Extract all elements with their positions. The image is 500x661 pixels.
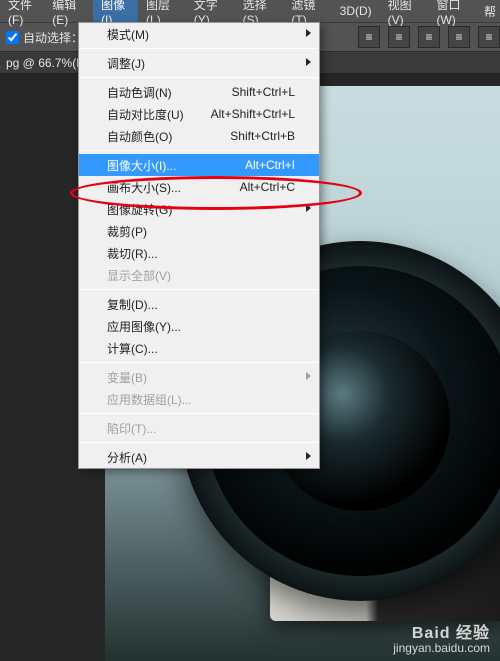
menu-item[interactable]: 裁切(R)... [79, 242, 319, 264]
menu-item[interactable]: 应用图像(Y)... [79, 315, 319, 337]
menu-separator [80, 413, 318, 414]
menu-item-label: 陷印(T)... [107, 420, 156, 437]
menu-item-shortcut: Alt+Ctrl+I [225, 158, 295, 172]
menu-item-label: 裁剪(P) [107, 223, 147, 240]
watermark-url: jingyan.baidu.com [393, 641, 490, 655]
menu-item-label: 自动对比度(U) [107, 106, 184, 123]
align-icon-3[interactable]: ≡ [418, 26, 440, 48]
align-icon-5[interactable]: ≡ [478, 26, 500, 48]
menu-item-label: 图像大小(I)... [107, 157, 176, 174]
menu-item[interactable]: 自动色调(N) Shift+Ctrl+L [79, 81, 319, 103]
align-icon-4[interactable]: ≡ [448, 26, 470, 48]
menu-item[interactable]: 画布大小(S)... Alt+Ctrl+C [79, 176, 319, 198]
menu-item[interactable]: 计算(C)... [79, 337, 319, 359]
menu-item-label: 自动颜色(O) [107, 128, 172, 145]
menu-item: 变量(B) [79, 366, 319, 388]
menu-help[interactable]: 帮 [480, 0, 500, 23]
menu-item-label: 计算(C)... [107, 340, 158, 357]
menu-file[interactable]: 文件(F) [4, 0, 44, 30]
menu-item-label: 复制(D)... [107, 296, 158, 313]
menu-separator [80, 362, 318, 363]
submenu-arrow-icon [306, 204, 311, 212]
menu-item[interactable]: 模式(M) [79, 23, 319, 45]
menu-item-shortcut: Shift+Ctrl+B [210, 129, 295, 143]
document-tab[interactable]: pg @ 66.7%(R [6, 56, 85, 70]
align-icon-1[interactable]: ≡ [358, 26, 380, 48]
auto-select-checkbox[interactable] [6, 31, 19, 44]
menu-item[interactable]: 图像旋转(G) [79, 198, 319, 220]
menu-separator [80, 77, 318, 78]
menu-item[interactable]: 调整(J) [79, 52, 319, 74]
menu-item: 应用数据组(L)... [79, 388, 319, 410]
watermark-brand: Baid 经验 [393, 627, 490, 641]
menu-item: 显示全部(V) [79, 264, 319, 286]
menu-item[interactable]: 自动对比度(U) Alt+Shift+Ctrl+L [79, 103, 319, 125]
menu-item-shortcut: Shift+Ctrl+L [212, 85, 295, 99]
auto-select-label: 自动选择： [23, 29, 83, 46]
align-icon-2[interactable]: ≡ [388, 26, 410, 48]
image-menu-dropdown: 模式(M) 调整(J) 自动色调(N) Shift+Ctrl+L 自动对比度(U) Alt… [78, 22, 320, 469]
menu-item-shortcut: Alt+Ctrl+C [220, 180, 295, 194]
menu-item-label: 变量(B) [107, 369, 147, 386]
submenu-arrow-icon [306, 58, 311, 66]
menu-item-label: 显示全部(V) [107, 267, 171, 284]
submenu-arrow-icon [306, 372, 311, 380]
menu-separator [80, 442, 318, 443]
menu-separator [80, 150, 318, 151]
menu-item[interactable]: 裁剪(P) [79, 220, 319, 242]
menu-item[interactable]: 复制(D)... [79, 293, 319, 315]
menu-item[interactable]: 分析(A) [79, 446, 319, 468]
menu-item-label: 应用图像(Y)... [107, 318, 181, 335]
menu-item-label: 图像旋转(G) [107, 201, 172, 218]
menu-item[interactable]: 图像大小(I)... Alt+Ctrl+I [79, 154, 319, 176]
submenu-arrow-icon [306, 452, 311, 460]
menu-item-label: 画布大小(S)... [107, 179, 181, 196]
menu-separator [80, 289, 318, 290]
menu-item-label: 调整(J) [107, 55, 145, 72]
menu-item-label: 模式(M) [107, 26, 149, 43]
menu-separator [80, 48, 318, 49]
menu-item-shortcut: Alt+Shift+Ctrl+L [191, 107, 295, 121]
menu-item-label: 自动色调(N) [107, 84, 172, 101]
menu-item-label: 分析(A) [107, 449, 147, 466]
menu-item[interactable]: 自动颜色(O) Shift+Ctrl+B [79, 125, 319, 147]
menu-3d[interactable]: 3D(D) [332, 1, 380, 21]
submenu-arrow-icon [306, 29, 311, 37]
menu-item-label: 裁切(R)... [107, 245, 158, 262]
menu-bar: 文件(F) 编辑(E) 图像(I) 图层(L) 文字(Y) 选择(S) 滤镜(T… [0, 0, 500, 22]
menu-item: 陷印(T)... [79, 417, 319, 439]
watermark: Baid 经验 jingyan.baidu.com [393, 627, 490, 655]
menu-item-label: 应用数据组(L)... [107, 391, 192, 408]
